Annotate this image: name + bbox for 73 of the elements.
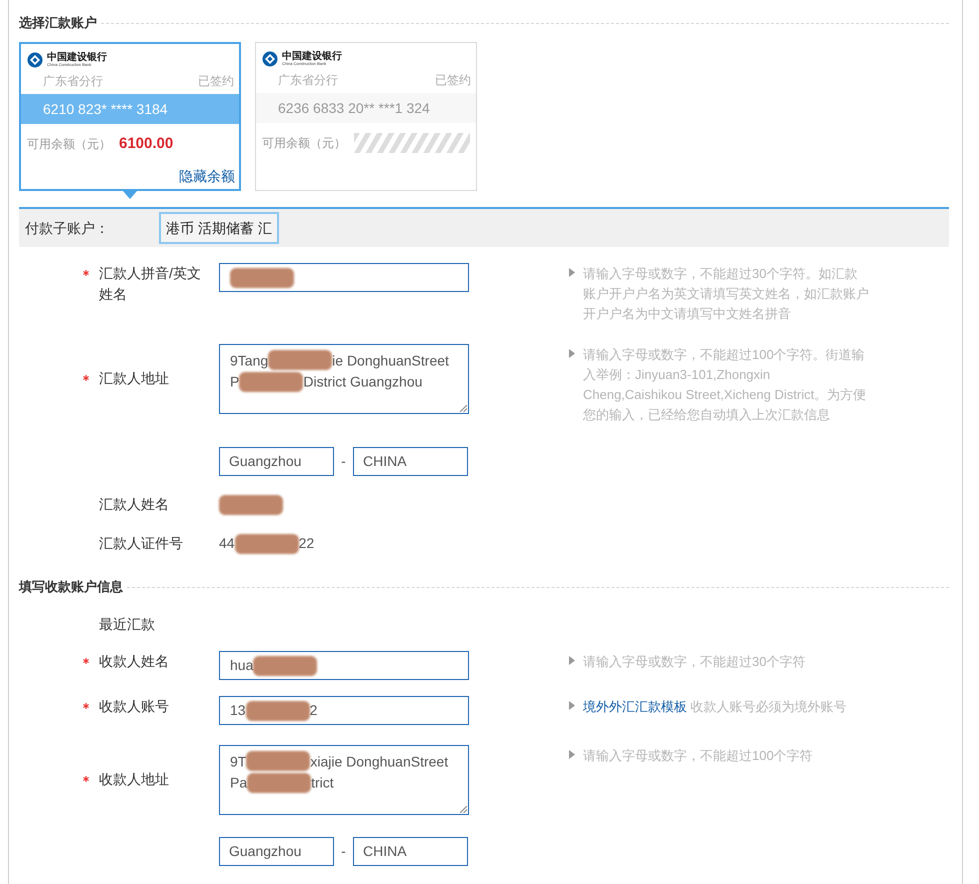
- field-label: 汇款人拼音/英文姓名: [99, 264, 202, 304]
- redaction-mark: [253, 656, 318, 676]
- value-text: District Guangzhou: [303, 374, 422, 390]
- value-text: P: [230, 374, 240, 390]
- hint-text: 请输入字母或数字，不能超过30个字符。如汇款账户开户户名为英文请填写英文姓名，如汇款账户开户户名为中文请填写中文姓名拼音: [583, 265, 869, 323]
- branch-name: 广东省分行: [278, 72, 338, 89]
- text-input[interactable]: 13 2: [219, 696, 469, 725]
- value-text: 9Tang: [230, 352, 268, 368]
- resize-handle-icon[interactable]: [460, 806, 467, 813]
- separator-text: -: [340, 842, 347, 861]
- field-label: 收款人账号: [99, 697, 170, 716]
- text-input[interactable]: [219, 263, 469, 292]
- card-number: 6210 823* **** 3184: [21, 94, 239, 124]
- redaction-mark: [246, 751, 310, 772]
- value-text: 2: [310, 701, 318, 720]
- redaction-mark: [247, 772, 312, 793]
- triangle-icon: [569, 349, 575, 358]
- city-input[interactable]: Guangzhou: [219, 837, 334, 866]
- bank-logo-icon: [27, 52, 43, 68]
- value-text: 44: [219, 534, 235, 553]
- value-text: ie DonghuanStreet: [332, 352, 449, 368]
- city-input[interactable]: Guangzhou: [219, 447, 334, 476]
- redaction-mark: [219, 494, 283, 514]
- field-label: 汇款人姓名: [99, 495, 170, 514]
- bank-name: 中国建设银行: [282, 52, 342, 62]
- value-text: hua: [230, 656, 254, 675]
- sub-account-label: 付款子账户：: [25, 218, 110, 238]
- redaction-mark: [234, 534, 299, 554]
- text-input[interactable]: hua: [219, 651, 469, 680]
- address-textarea[interactable]: 9T xiajie DonghuanStreet Pa trict: [219, 745, 469, 815]
- pointer-triangle-icon: [123, 191, 137, 199]
- hint-text: 境外外汇汇款模板 收款人账号必须为境外账号: [583, 698, 847, 716]
- branch-name: 广东省分行: [43, 73, 103, 90]
- field-label: 收款人地址: [99, 770, 170, 789]
- address-textarea[interactable]: 9Tang ie DonghuanStreet P District Guangzhou: [219, 344, 469, 414]
- bank-logo-icon: [262, 51, 278, 67]
- sub-account-select[interactable]: 港币 活期储蓄 汇: [159, 212, 279, 244]
- balance-label: 可用余额（元）: [262, 135, 346, 152]
- sign-status: 已签约: [198, 73, 234, 90]
- value-text: 9T: [230, 753, 246, 770]
- value-text: Pa: [230, 774, 248, 791]
- field-label: 收款人姓名: [99, 652, 170, 671]
- bank-name: 中国建设银行: [47, 53, 107, 63]
- country-input[interactable]: CHINA: [353, 837, 468, 866]
- hide-balance-link[interactable]: 隐藏余额: [179, 166, 235, 187]
- hint-text: 请输入字母或数字，不能超过100个字符。街道输入举例：Jinyuan3-101,Zhongxin Cheng,Caishikou Street,Xicheng District。为方便您的输入，已经给您自动填入上次汇款信息: [583, 346, 868, 424]
- hint-text: 请输入字母或数字，不能超过100个字符: [583, 747, 813, 765]
- triangle-icon: [569, 268, 575, 277]
- balance-amount: 6100.00: [119, 134, 174, 154]
- triangle-icon: [569, 750, 575, 759]
- field-label: 汇款人证件号: [99, 534, 184, 553]
- value-text: trict: [311, 774, 334, 791]
- country-input[interactable]: CHINA: [353, 447, 468, 476]
- hint-text: 请输入字母或数字，不能超过30个字符: [583, 653, 806, 671]
- template-link[interactable]: 境外外汇汇款模板: [583, 699, 687, 714]
- value-text: 22: [298, 534, 314, 553]
- separator-text: -: [340, 452, 347, 471]
- balance-label: 可用余额（元）: [27, 136, 111, 153]
- value-text: xiajie DonghuanStreet: [310, 753, 448, 770]
- section-title: 填写收款账户信息: [19, 578, 123, 596]
- redaction-mark: [268, 350, 332, 370]
- redaction-mark: [230, 268, 294, 288]
- triangle-icon: [569, 656, 575, 665]
- card-number: 6236 6833 20** ***1 324: [256, 93, 476, 123]
- redaction-mark: [239, 372, 304, 392]
- value-text: 13: [230, 701, 246, 720]
- recent-transfers-label[interactable]: 最近汇款: [99, 614, 209, 635]
- section-title: 选择汇款账户: [19, 14, 97, 32]
- resize-handle-icon[interactable]: [460, 405, 467, 412]
- field-label: 汇款人地址: [99, 369, 170, 388]
- triangle-icon: [569, 701, 575, 710]
- redaction-mark: [246, 700, 310, 720]
- sign-status: 已签约: [435, 72, 471, 89]
